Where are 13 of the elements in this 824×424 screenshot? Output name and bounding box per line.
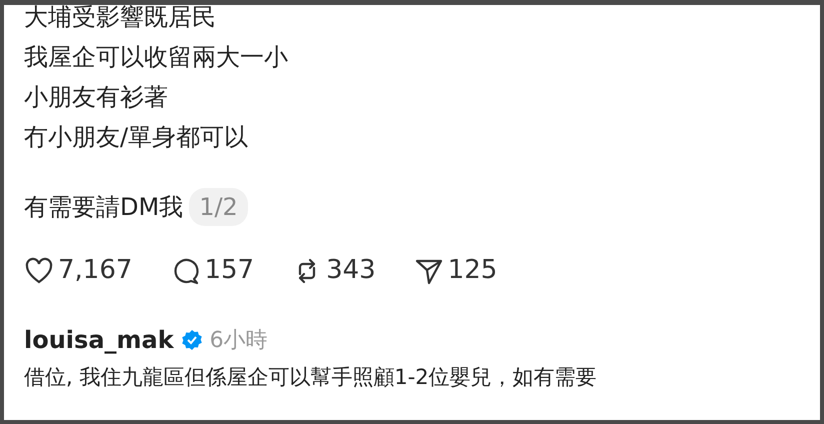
comment-text: 借位, 我住九龍區但係屋企可以幫手照顧1-2位嬰兒，如有需要 <box>24 364 598 391</box>
action-count: 157 <box>204 254 254 287</box>
action-count: 125 <box>448 254 498 287</box>
post-text: 大埔受影響既居民 <box>24 5 217 33</box>
action-count: 7,167 <box>58 254 132 287</box>
post-text: 小朋友有衫著 <box>24 82 169 113</box>
post-text: 冇小朋友/單身都可以 <box>24 122 250 153</box>
action-count: 343 <box>326 254 376 287</box>
timestamp: 6小時 <box>210 326 268 354</box>
post-text: 我屋企可以收留兩大一小 <box>24 42 289 73</box>
post-text: 有需要請DM我 <box>24 192 184 223</box>
username[interactable]: louisa_mak <box>24 322 174 358</box>
heart-icon[interactable] <box>24 256 54 286</box>
